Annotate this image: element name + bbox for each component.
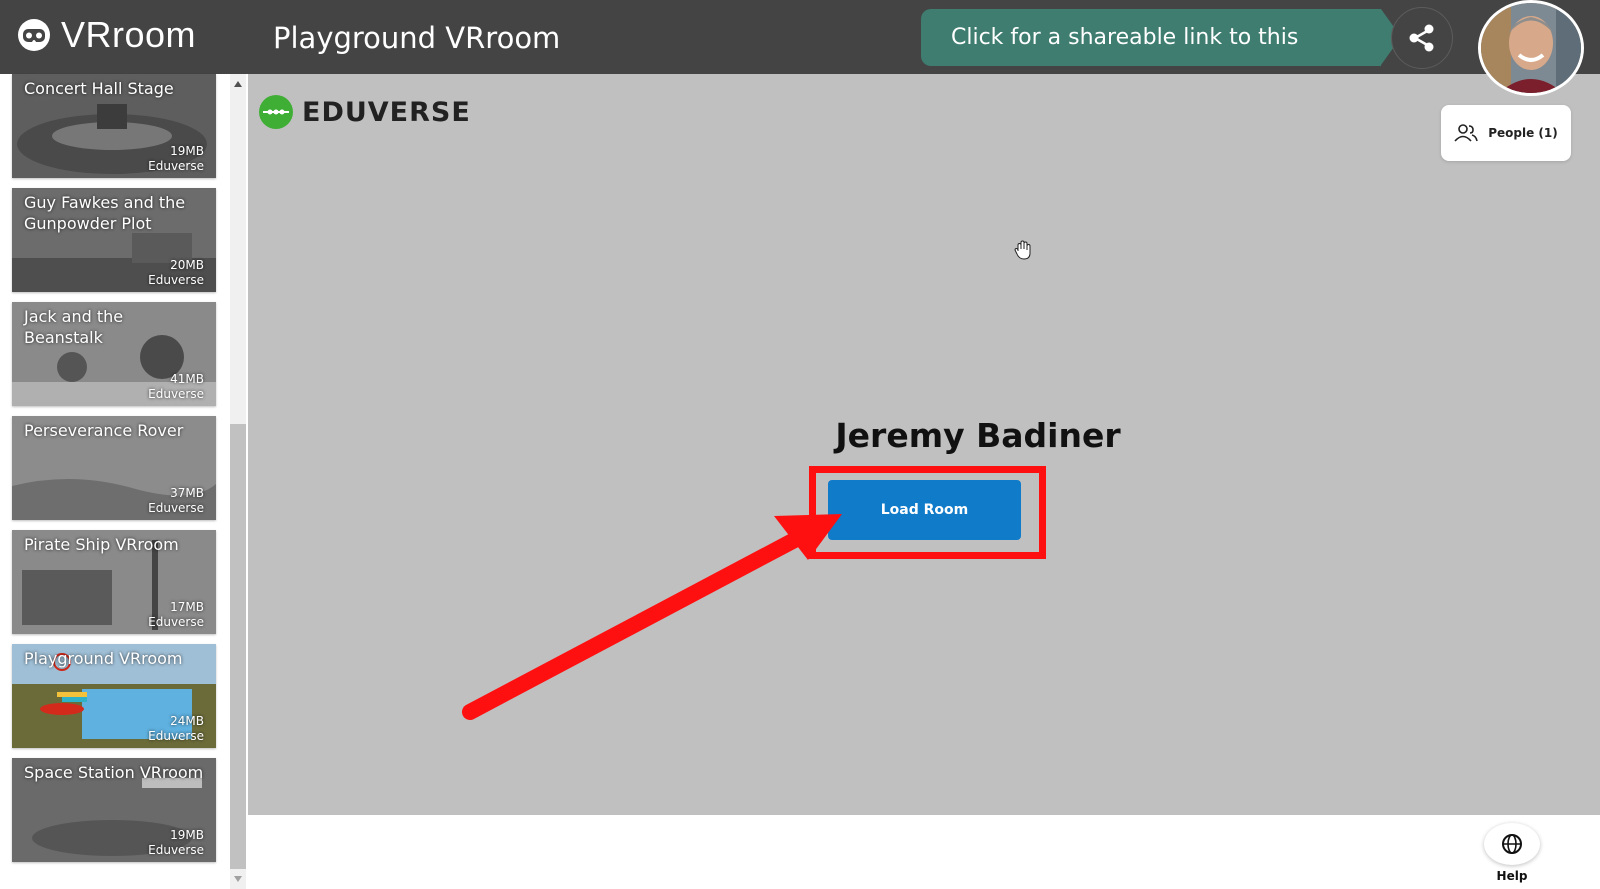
room-card-jack-and-the-beanstalk[interactable]: Jack and the Beanstalk 41MB Eduverse [12,302,216,406]
room-card-pirate-ship[interactable]: Pirate Ship VRroom 17MB Eduverse [12,530,216,634]
eduverse-brand-text: EDUVERSE [302,96,471,128]
room-size: 24MB [170,714,204,728]
room-sidebar: Concert Hall Stage 19MB Eduverse Guy Faw… [0,74,246,889]
user-avatar[interactable] [1478,0,1584,96]
scrollbar-thumb[interactable] [230,424,246,869]
avatar-portrait [1481,3,1581,93]
room-card-concert-hall-stage[interactable]: Concert Hall Stage 19MB Eduverse [12,74,216,178]
room-author: Eduverse [148,387,204,401]
room-size: 19MB [170,828,204,842]
hand-cursor-icon [1014,240,1031,260]
triangle-down-icon [234,876,242,882]
scroll-down-arrow[interactable] [230,871,246,887]
room-name: Pirate Ship VRroom [24,535,179,554]
help-globe-icon [1502,834,1522,854]
eduverse-logo: EDUVERSE [258,94,471,130]
room-size: 41MB [170,372,204,386]
room-stage[interactable]: EDUVERSE People (1) Jeremy Badiner Load … [248,74,1600,815]
logo-text: VRroom [61,14,197,55]
triangle-up-icon [234,81,242,87]
people-count-label: People (1) [1488,126,1558,140]
room-size: 20MB [170,258,204,272]
sidebar-scrollbar[interactable] [230,74,246,889]
share-button[interactable] [1391,7,1453,69]
room-size: 17MB [170,600,204,614]
room-name: Jack and the Beanstalk [24,307,124,347]
room-author: Eduverse [148,729,204,743]
user-name-heading: Jeremy Badiner [835,416,1121,455]
share-link-banner[interactable]: Click for a shareable link to this sessi… [921,9,1401,107]
top-bar: VRroom Playground VRroom Click for a sha… [0,0,1600,107]
help-button[interactable]: Help [1482,823,1542,889]
help-label: Help [1496,869,1528,883]
room-size: 19MB [170,144,204,158]
room-card-guy-fawkes[interactable]: Guy Fawkes and the Gunpowder Plot 20MB E… [12,188,216,292]
load-room-button[interactable]: Load Room [828,480,1021,540]
room-name: Perseverance Rover [24,421,184,440]
share-icon [1409,24,1434,52]
room-name: Guy Fawkes and the Gunpowder Plot [24,193,186,233]
scroll-up-arrow[interactable] [230,76,246,92]
room-author: Eduverse [148,843,204,857]
help-circle[interactable] [1484,823,1540,865]
room-author: Eduverse [148,615,204,629]
room-author: Eduverse [148,501,204,515]
room-name: Concert Hall Stage [24,79,174,98]
room-card-playground-vrroom[interactable]: Playground VRroom 24MB Eduverse [12,644,216,748]
eduverse-logo-icon [259,95,293,129]
people-icon [1454,124,1479,142]
people-button[interactable]: People (1) [1441,105,1571,161]
room-name: Playground VRroom [24,649,183,668]
vr-headset-icon [18,19,50,51]
page-title: Playground VRroom [273,21,561,55]
room-author: Eduverse [148,273,204,287]
room-author: Eduverse [148,159,204,173]
room-name: Space Station VRroom [24,763,204,782]
room-card-space-station[interactable]: Space Station VRroom 19MB Eduverse [12,758,216,862]
room-card-perseverance-rover[interactable]: Perseverance Rover 37MB Eduverse [12,416,216,520]
room-size: 37MB [170,486,204,500]
vrroom-logo[interactable]: VRroom [17,16,196,54]
